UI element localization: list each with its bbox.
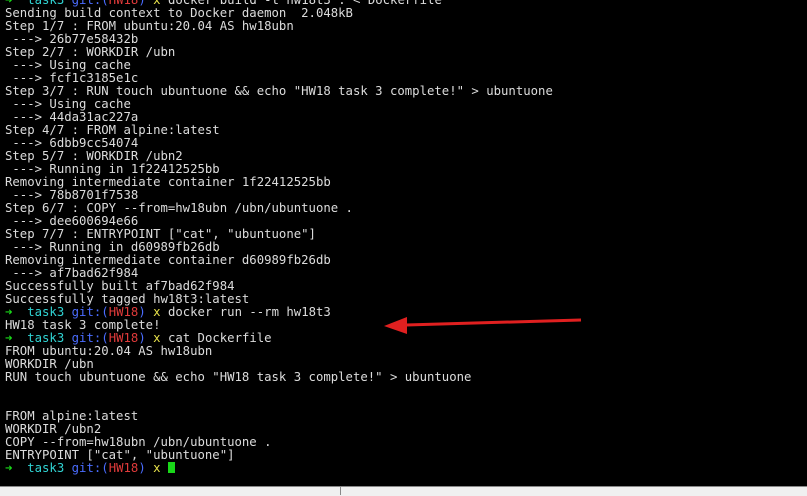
prompt-dirty-mark: x (153, 461, 161, 475)
terminal-output: ➜ task3 git:(HW18) x docker build -t hw1… (5, 0, 553, 475)
prompt-dirty-mark: x (153, 305, 161, 319)
command-text: docker run --rm hw18t3 (167, 305, 331, 319)
prompt-arrow-icon: ➜ (5, 305, 13, 319)
terminal-cursor[interactable] (167, 462, 175, 473)
terminal-window[interactable]: ➜ task3 git:(HW18) x docker build -t hw1… (0, 0, 807, 486)
prompt-git-close: ) (138, 331, 146, 345)
prompt-git-label: git:( (71, 305, 109, 319)
prompt-branch: HW18 (108, 305, 139, 319)
prompt-git-label: git:( (71, 461, 109, 475)
prompt-directory: task3 (27, 331, 65, 345)
prompt-branch: HW18 (108, 331, 139, 345)
prompt-dirty-mark: x (153, 331, 161, 345)
prompt-git-close: ) (138, 305, 146, 319)
window-divider (340, 486, 341, 495)
prompt-directory: task3 (27, 461, 65, 475)
prompt-arrow-icon: ➜ (5, 461, 13, 475)
prompt-branch: HW18 (108, 461, 139, 475)
prompt-git-close: ) (138, 461, 146, 475)
command-text: cat Dockerfile (167, 331, 272, 345)
prompt-git-label: git:( (71, 331, 109, 345)
output-line: RUN touch ubuntuone && echo "HW18 task 3… (5, 370, 472, 384)
prompt-arrow-icon: ➜ (5, 331, 13, 345)
prompt-directory: task3 (27, 305, 65, 319)
prompt-line: ➜ task3 git:(HW18) x (5, 462, 553, 475)
